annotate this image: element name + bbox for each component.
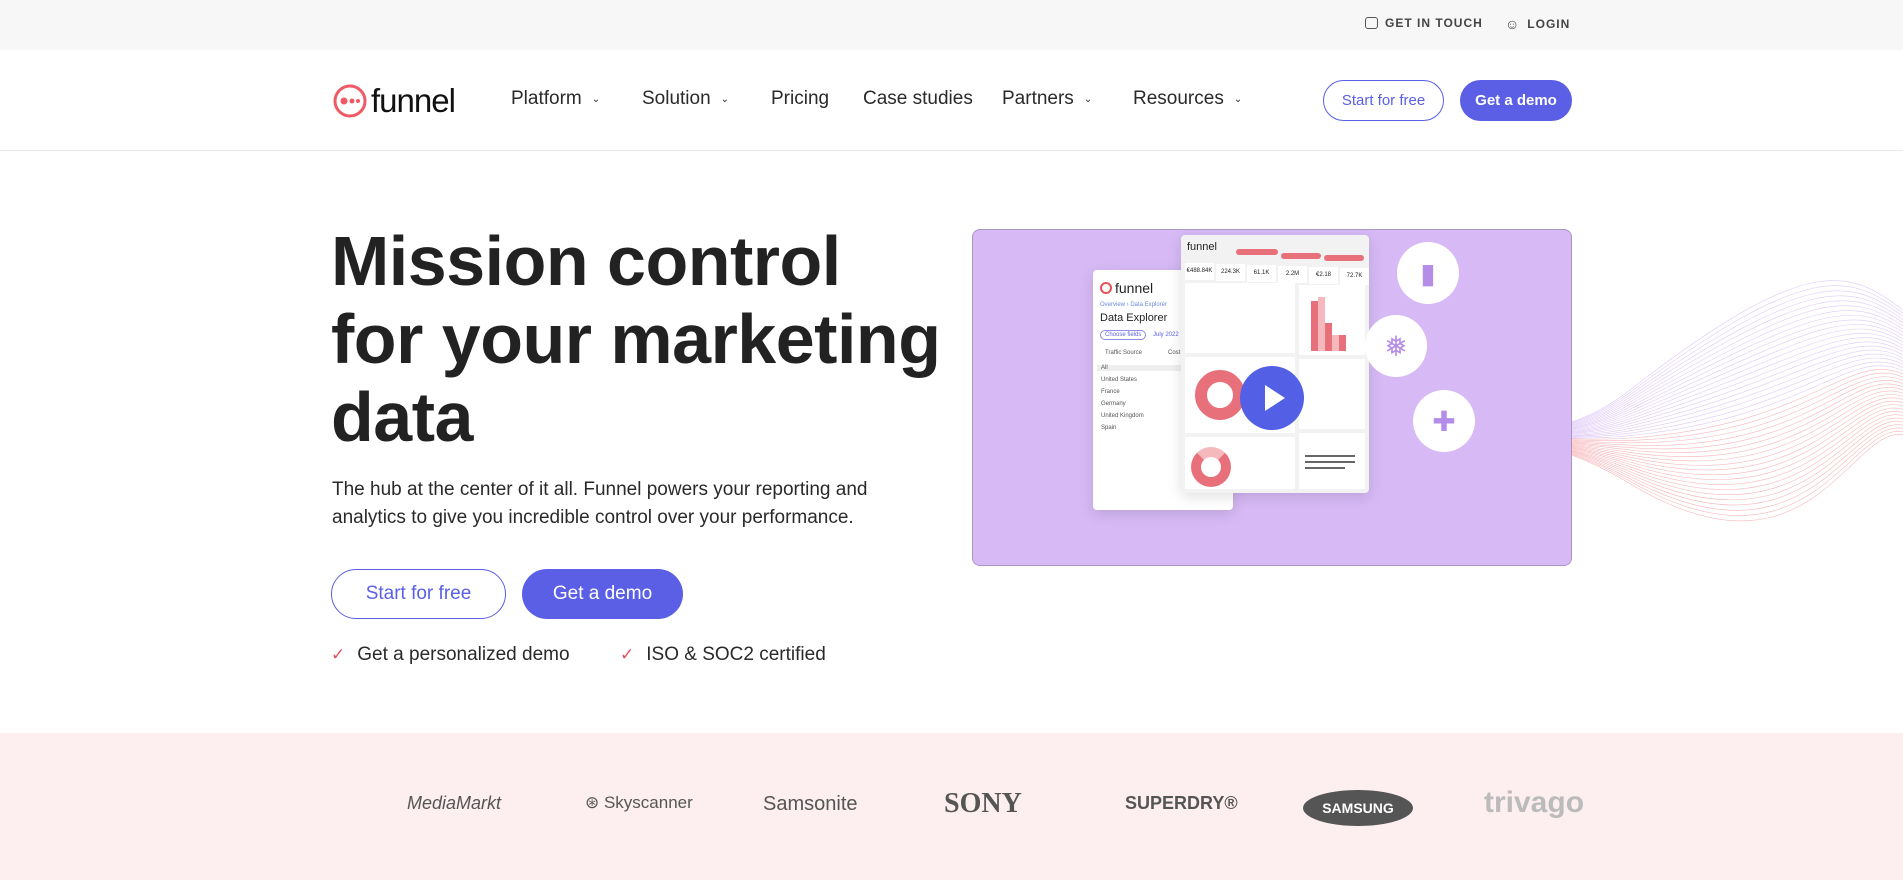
explorer-logo: funnel — [1100, 280, 1153, 296]
utility-bar: GET IN TOUCH ☺ LOGIN — [0, 0, 1903, 50]
hero-get-demo-button[interactable]: Get a demo — [522, 569, 683, 619]
logo-mediamarkt: MediaMarkt — [407, 793, 502, 813]
logo-skyscanner: ⊛ Skyscanner — [585, 793, 693, 812]
chat-icon — [1365, 17, 1378, 29]
snowflake-icon: ❅ — [1365, 315, 1427, 377]
logo-trivago: trivago — [1484, 786, 1585, 819]
analytics-icon: ▮ — [1397, 242, 1459, 304]
kpi-tile: 72.7K — [1340, 268, 1369, 285]
check-item: ✓ ISO & SOC2 certified — [620, 644, 826, 665]
nav-solution[interactable]: Solution ⌄ — [642, 88, 729, 110]
logo-superdry: SUPERDRY® — [1125, 793, 1238, 813]
chevron-down-icon: ⌄ — [1083, 93, 1093, 105]
funnel-logo[interactable]: funnel — [333, 82, 456, 120]
dashboard-panel: funnel €488.84K 224.3K 61.1K 2.2M €2.18 72.7K — [1181, 235, 1369, 493]
nav-case-studies[interactable]: Case studies — [863, 88, 973, 110]
hero-start-free-button[interactable]: Start for free — [331, 569, 506, 619]
logo-samsonite: Samsonite — [763, 793, 858, 815]
nav-platform[interactable]: Platform ⌄ — [511, 88, 600, 110]
main-nav: funnel Platform ⌄ Solution ⌄ Pricing Case … — [0, 50, 1903, 151]
donut-chart-decor — [1195, 370, 1245, 420]
user-icon: ☺ — [1505, 16, 1521, 32]
chevron-down-icon: ⌄ — [591, 93, 601, 105]
nav-partners[interactable]: Partners ⌄ — [1002, 88, 1092, 110]
tableau-icon: ✚ — [1413, 390, 1475, 452]
kpi-tile: €488.84K — [1185, 263, 1214, 280]
kpi-tile: 224.3K — [1216, 264, 1245, 281]
video-player[interactable]: funnel Overview › Data Explorer Data Exp… — [972, 229, 1572, 566]
check-item: ✓ Get a personalized demo — [331, 644, 570, 665]
logo-sony: SONY — [944, 788, 1022, 819]
nav-pricing[interactable]: Pricing — [771, 88, 829, 110]
check-icon: ✓ — [620, 645, 635, 664]
sun-icon: ⊛ — [585, 793, 604, 812]
login-link[interactable]: ☺ LOGIN — [1505, 16, 1570, 32]
kpi-tile: €2.18 — [1309, 267, 1338, 284]
chevron-down-icon: ⌄ — [720, 93, 730, 105]
play-button[interactable] — [1240, 366, 1304, 430]
nav-get-demo-button[interactable]: Get a demo — [1460, 80, 1572, 121]
logo-samsung: SAMSUNG — [1303, 790, 1413, 826]
get-in-touch-link[interactable]: GET IN TOUCH — [1365, 16, 1483, 30]
hero-subtitle: The hub at the center of it all. Funnel … — [332, 479, 868, 528]
kpi-tile: 61.1K — [1247, 265, 1276, 282]
check-icon: ✓ — [331, 645, 346, 664]
hero-title: Mission control for your marketing data — [331, 222, 941, 456]
chevron-down-icon: ⌄ — [1233, 93, 1243, 105]
nav-start-free-button[interactable]: Start for free — [1323, 80, 1444, 121]
kpi-tile: 2.2M — [1278, 266, 1307, 283]
funnel-logo-icon — [333, 84, 367, 118]
nav-resources[interactable]: Resources ⌄ — [1133, 88, 1242, 110]
